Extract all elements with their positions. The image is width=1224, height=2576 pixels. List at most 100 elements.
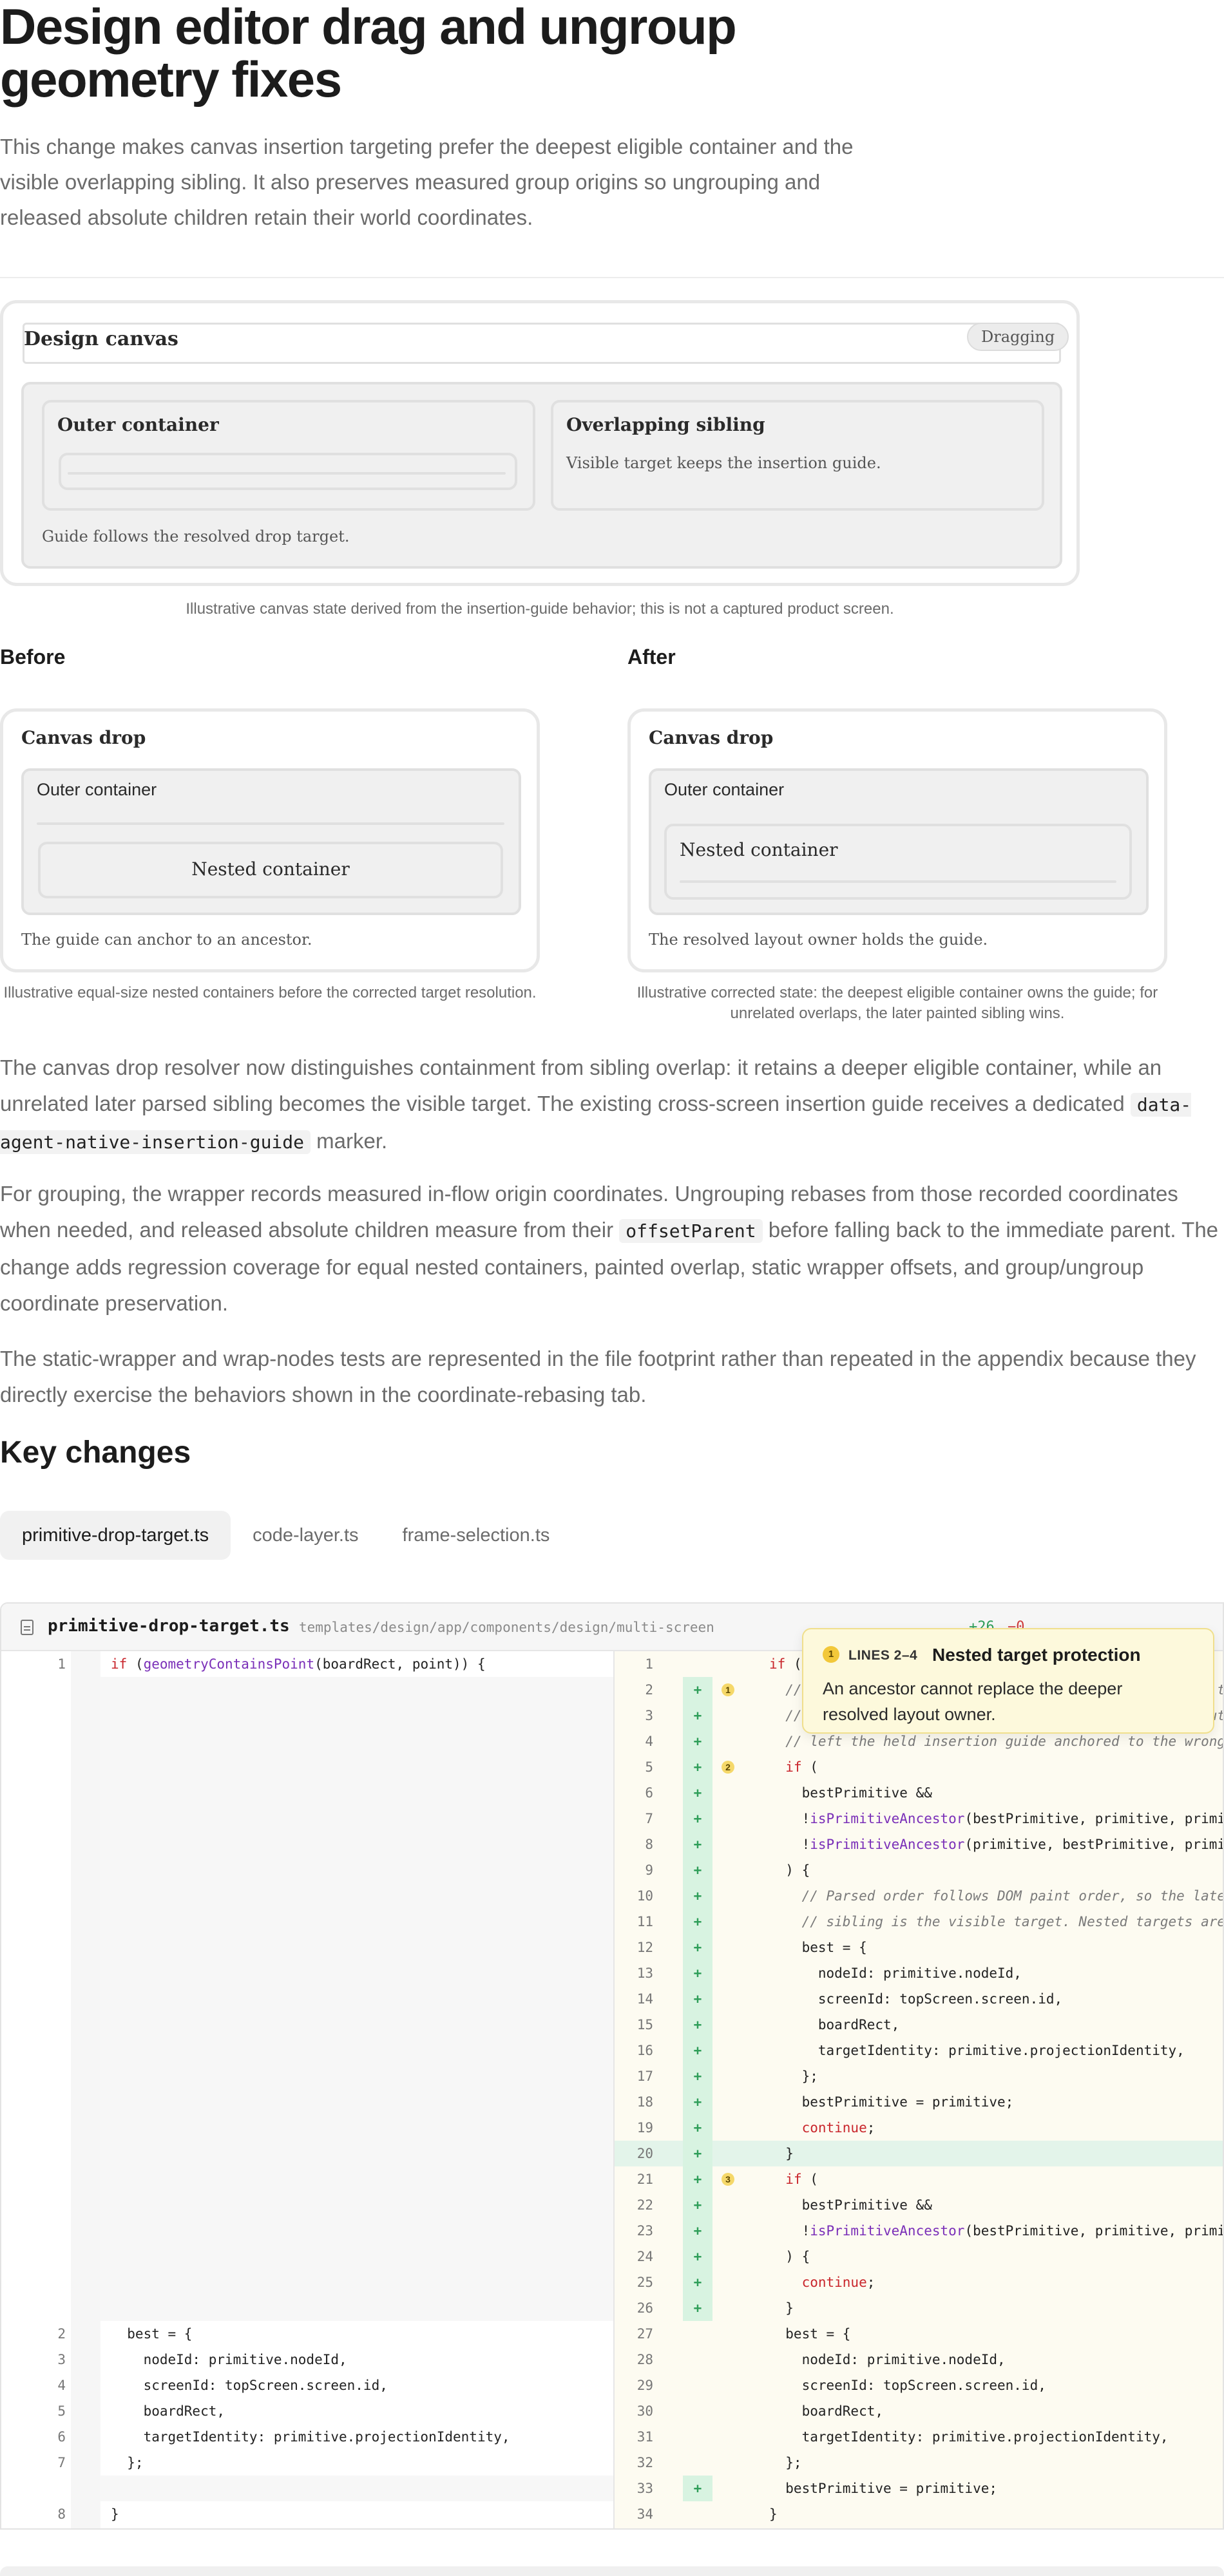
before-canvas-title: Canvas drop xyxy=(21,727,146,748)
outer-container-label: Outer container xyxy=(57,414,219,435)
diff-right-line: 30 boardRect, xyxy=(615,2398,1223,2424)
addition-marker xyxy=(683,2372,712,2398)
code-text: boardRect, xyxy=(769,2403,884,2419)
addition-marker xyxy=(683,2501,712,2527)
addition-marker xyxy=(683,1651,712,1677)
dragging-status-badge: Dragging xyxy=(967,323,1069,351)
diff-right-line: 15 + boardRect, xyxy=(615,2012,1223,2038)
code-text: // Parsed order follows DOM paint order,… xyxy=(801,1888,1223,1904)
addition-marker: + xyxy=(683,2063,712,2089)
page-lede: This change makes canvas insertion targe… xyxy=(0,135,854,229)
addition-marker xyxy=(683,2450,712,2476)
addition-marker: + xyxy=(683,2089,712,2115)
code-text: !isPrimitiveAncestor(primitive, bestPrim… xyxy=(769,1837,1224,1852)
code-text: nodeId: primitive.nodeId, xyxy=(769,1965,1022,1981)
addition-marker: + xyxy=(683,1857,712,1883)
next-section-edge xyxy=(0,2566,1224,2576)
diff-left-line: 5 boardRect, xyxy=(1,2398,613,2424)
paragraph-text: marker. xyxy=(311,1129,388,1153)
code-text: continue; xyxy=(801,2275,875,2290)
addition-marker xyxy=(683,2398,712,2424)
annotation-badge[interactable]: 3 xyxy=(722,2173,734,2186)
line-number: 2 xyxy=(57,2326,66,2342)
diff-right-line: 12 + best = { xyxy=(615,1935,1223,1960)
insertion-guide-line xyxy=(68,472,506,475)
addition-marker: + xyxy=(683,1754,712,1780)
inline-code: offsetParent xyxy=(619,1219,763,1243)
code-text: ) { xyxy=(769,2249,810,2264)
addition-marker: + xyxy=(683,2269,712,2295)
code-text: !isPrimitiveAncestor(bestPrimitive, prim… xyxy=(769,1811,1224,1826)
code-text: }; xyxy=(111,2455,144,2470)
paragraph-text: The canvas drop resolver now distinguish… xyxy=(0,1056,1162,1115)
addition-marker: + xyxy=(683,2295,712,2321)
line-number: 5 xyxy=(645,1759,653,1775)
after-insertion-guide xyxy=(680,880,1116,883)
code-text: targetIdentity: primitive.projectionIden… xyxy=(111,2429,510,2445)
code-text: boardRect, xyxy=(769,2017,900,2032)
diff-left-line: 2 best = { xyxy=(1,2321,613,2347)
file-tabs: primitive-drop-target.ts code-layer.ts f… xyxy=(0,1511,571,1560)
diff-right-line: 13 + nodeId: primitive.nodeId, xyxy=(615,1960,1223,1986)
code-text: if ( xyxy=(785,1759,818,1775)
diff-filepath: templates/design/app/components/design/m… xyxy=(299,1620,714,1635)
line-number: 1 xyxy=(57,1656,66,1672)
addition-marker xyxy=(683,2321,712,2347)
code-text: !isPrimitiveAncestor(bestPrimitive, prim… xyxy=(769,2223,1224,2239)
line-number: 1 xyxy=(645,1656,653,1672)
diff-filename: primitive-drop-target.ts xyxy=(48,1616,290,1636)
tab-frame-selection[interactable]: frame-selection.ts xyxy=(381,1511,572,1560)
line-number: 3 xyxy=(645,1708,653,1723)
paragraph-resolver: The canvas drop resolver now distinguish… xyxy=(0,1050,1224,1160)
line-number: 31 xyxy=(636,2429,653,2445)
after-canvas-mock: Canvas drop Outer container Nested conta… xyxy=(627,708,1167,972)
canvas-caption: Illustrative canvas state derived from t… xyxy=(186,600,894,618)
diff-right-line: 5 +2 if ( xyxy=(615,1754,1223,1780)
diff-right-line: 25 + continue; xyxy=(615,2269,1223,2295)
after-caption: Illustrative corrected state: the deepes… xyxy=(636,984,1158,1022)
diff-right-line: 21 +3 if ( xyxy=(615,2166,1223,2192)
line-number: 7 xyxy=(645,1811,653,1826)
code-text: continue; xyxy=(801,2120,875,2136)
addition-marker: + xyxy=(683,1780,712,1806)
addition-marker: + xyxy=(683,1832,712,1857)
diff-left-line: 1 if (geometryContainsPoint(boardRect, po… xyxy=(1,1651,613,1677)
left-empty-filler xyxy=(100,2476,613,2501)
tab-primitive-drop-target[interactable]: primitive-drop-target.ts xyxy=(0,1511,231,1560)
before-caption: Illustrative equal-size nested container… xyxy=(3,984,537,1001)
diff-left-line: 7 }; xyxy=(1,2450,613,2476)
line-number: 9 xyxy=(645,1862,653,1878)
left-empty-filler xyxy=(100,1677,613,2321)
tab-code-layer[interactable]: code-layer.ts xyxy=(231,1511,380,1560)
line-number: 19 xyxy=(636,2120,653,2136)
canvas-title: Design canvas xyxy=(24,328,178,350)
line-number: 8 xyxy=(645,1837,653,1852)
addition-marker: + xyxy=(683,2166,712,2192)
diff-right-line: 18 + bestPrimitive = primitive; xyxy=(615,2089,1223,2115)
annotation-badge[interactable]: 2 xyxy=(722,1761,734,1774)
code-text: screenId: topScreen.screen.id, xyxy=(111,2378,388,2393)
code-text: best = { xyxy=(769,2326,851,2342)
annotation-body: An ancestor cannot replace the deeper re… xyxy=(823,1679,1123,1724)
addition-marker xyxy=(683,2347,712,2372)
paragraph-grouping: For grouping, the wrapper records measur… xyxy=(0,1176,1224,1321)
annotation-badge[interactable]: 1 xyxy=(722,1683,734,1696)
addition-marker: + xyxy=(683,1703,712,1728)
addition-marker: + xyxy=(683,2244,712,2269)
addition-marker: + xyxy=(683,2141,712,2166)
line-number: 30 xyxy=(636,2403,653,2419)
diff-right-line: 34} xyxy=(615,2501,1223,2527)
diff-right-line: 32 }; xyxy=(615,2450,1223,2476)
diff-right-line: 6 + bestPrimitive && xyxy=(615,1780,1223,1806)
after-outer-label: Outer container xyxy=(664,780,785,799)
diff-right-line: 22 + bestPrimitive && xyxy=(615,2192,1223,2218)
code-text: ) { xyxy=(769,1862,810,1878)
line-number: 27 xyxy=(636,2326,653,2342)
paragraph-tests: The static-wrapper and wrap-nodes tests … xyxy=(0,1347,1196,1406)
before-note: The guide can anchor to an ancestor. xyxy=(21,931,312,949)
addition-marker: + xyxy=(683,1883,712,1909)
diff-right-line: 29 screenId: topScreen.screen.id, xyxy=(615,2372,1223,2398)
addition-marker: + xyxy=(683,2192,712,2218)
inner-slot xyxy=(59,453,517,490)
code-text: targetIdentity: primitive.projectionIden… xyxy=(769,2429,1169,2445)
